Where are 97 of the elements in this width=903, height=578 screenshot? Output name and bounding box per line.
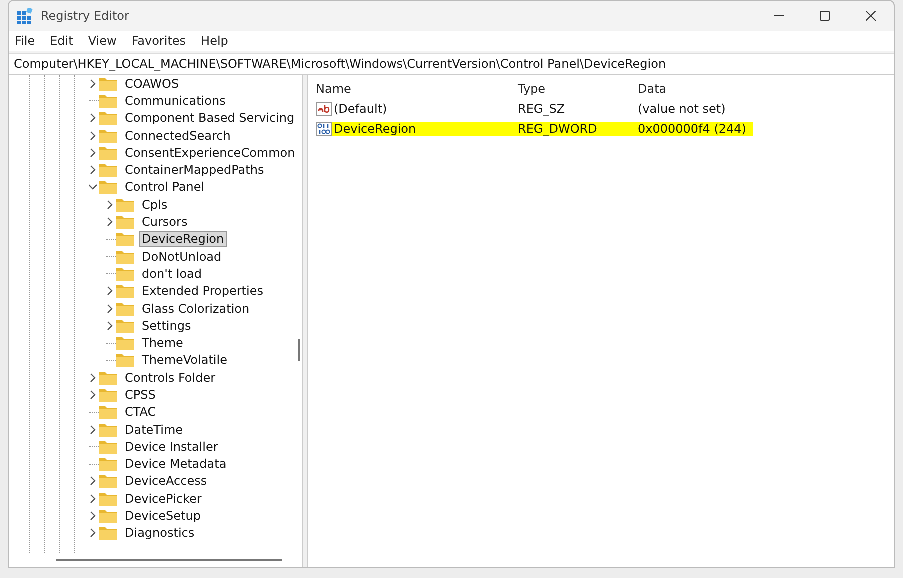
highlighted-value-row[interactable]: DeviceRegion REG_DWORD 0x000000f4 (244) (316, 122, 752, 136)
folder-icon (99, 509, 117, 524)
tree-item[interactable]: ContainerMappedPaths (122, 162, 268, 178)
folder-icon (116, 198, 134, 212)
value-data: 0x000000f4 (244) (638, 122, 748, 136)
tree-item[interactable]: COAWOS (122, 76, 182, 92)
folder-icon (99, 388, 117, 402)
tree-item[interactable]: Controls Folder (122, 370, 219, 386)
folder-icon (99, 111, 117, 126)
expand-chevron-icon[interactable] (106, 304, 114, 314)
expand-chevron-icon[interactable] (89, 476, 97, 486)
folder-icon (99, 526, 117, 540)
tree-item[interactable]: Communications (122, 92, 229, 109)
expand-chevron-icon[interactable] (89, 390, 97, 400)
value-type: REG_SZ (518, 102, 566, 116)
expand-chevron-icon[interactable] (89, 494, 97, 504)
tree-item[interactable]: Device Metadata (122, 456, 230, 472)
folder-icon (116, 266, 134, 281)
expand-chevron-icon[interactable] (89, 113, 97, 124)
tree-item[interactable]: ConnectedSearch (122, 128, 234, 144)
value-data: (value not set) (638, 102, 727, 116)
folder-icon (116, 318, 134, 333)
value-name[interactable]: DeviceRegion (334, 122, 416, 136)
tree-item[interactable]: Settings (139, 318, 194, 334)
collapse-chevron-icon[interactable] (89, 182, 97, 192)
close-icon (866, 11, 876, 21)
folder-icon (99, 146, 117, 160)
tree-item[interactable]: Extended Properties (139, 283, 266, 300)
menu-item[interactable]: Favorites (132, 34, 186, 48)
tree-item[interactable]: Cursors (139, 214, 191, 230)
tree-item[interactable]: CTAC (122, 404, 160, 420)
folder-icon (116, 284, 134, 298)
expand-chevron-icon[interactable] (89, 528, 97, 538)
folder-icon (116, 215, 134, 230)
folder-icon (99, 457, 117, 472)
tree-item[interactable]: CPSS (122, 386, 159, 403)
folder-icon (99, 370, 117, 385)
column-header[interactable]: Data (638, 82, 667, 96)
binary-value-icon (316, 122, 332, 136)
tree-item[interactable]: Control Panel (122, 179, 208, 196)
folder-icon (99, 405, 117, 420)
tree-item[interactable]: ThemeVolatile (139, 352, 230, 368)
column-header[interactable]: Name (316, 82, 518, 96)
window-title: Registry Editor (41, 9, 130, 23)
expand-chevron-icon[interactable] (89, 78, 97, 89)
folder-icon (116, 232, 134, 246)
menu-item[interactable]: View (88, 34, 117, 48)
tree-item[interactable]: DeviceRegion (139, 231, 228, 248)
folder-icon (116, 302, 134, 316)
folder-icon (99, 163, 117, 178)
tree-item[interactable]: DeviceSetup (122, 508, 204, 524)
registry-icon (17, 8, 33, 24)
value-type: REG_DWORD (518, 122, 598, 136)
expand-chevron-icon[interactable] (89, 165, 97, 176)
expand-chevron-icon[interactable] (89, 424, 97, 435)
maximize-icon (820, 11, 830, 21)
folder-icon (99, 440, 117, 454)
tree-item[interactable]: Theme (139, 335, 186, 352)
folder-icon (116, 250, 134, 264)
menu-item[interactable]: File (15, 34, 36, 48)
folder-icon (99, 492, 117, 506)
folder-icon (99, 94, 117, 108)
folder-icon (99, 180, 117, 194)
expand-chevron-icon[interactable] (89, 372, 97, 383)
address-bar[interactable]: Computer\HKEY_LOCAL_MACHINE\SOFTWARE\Microsoft\Windows\CurrentVersion\Control Panel\DeviceRegion (9, 53, 894, 75)
tree-item[interactable]: DeviceAccess (122, 473, 210, 490)
folder-icon (99, 474, 117, 488)
tree-item[interactable]: ConsentExperienceCommon (122, 144, 298, 161)
scrollbar-thumb[interactable] (56, 559, 282, 561)
expand-chevron-icon[interactable] (106, 217, 114, 228)
menu-item[interactable]: Help (201, 34, 228, 48)
value-row[interactable]: (Default) REG_SZ (value not set) (316, 102, 732, 116)
folder-icon (99, 76, 117, 91)
tree-item[interactable]: Glass Colorization (139, 300, 253, 316)
column-header[interactable]: Type (518, 82, 638, 96)
expand-chevron-icon[interactable] (89, 511, 97, 522)
folder-icon (99, 422, 117, 437)
folder-icon (116, 336, 134, 350)
tree-item[interactable]: Component Based Servicing (122, 110, 298, 126)
tree-item[interactable]: Device Installer (122, 438, 222, 455)
tree-item[interactable]: DateTime (122, 422, 186, 438)
menu-item[interactable]: Edit (50, 34, 74, 48)
folder-icon (99, 128, 117, 143)
tree-item[interactable]: Cpls (139, 196, 171, 213)
expand-chevron-icon[interactable] (106, 320, 114, 331)
expand-chevron-icon[interactable] (89, 148, 97, 158)
expand-chevron-icon[interactable] (89, 130, 97, 141)
value-name[interactable]: (Default) (334, 102, 388, 116)
string-value-icon (316, 102, 332, 116)
tree-item[interactable]: DoNotUnload (139, 248, 225, 265)
expand-chevron-icon[interactable] (106, 286, 114, 296)
scrollbar-thumb[interactable] (298, 339, 300, 361)
tree-item[interactable]: Diagnostics (122, 525, 198, 542)
tree-item[interactable]: don't load (139, 266, 206, 282)
folder-icon (116, 353, 134, 368)
expand-chevron-icon[interactable] (106, 200, 114, 210)
tree-item[interactable]: DevicePicker (122, 490, 205, 507)
